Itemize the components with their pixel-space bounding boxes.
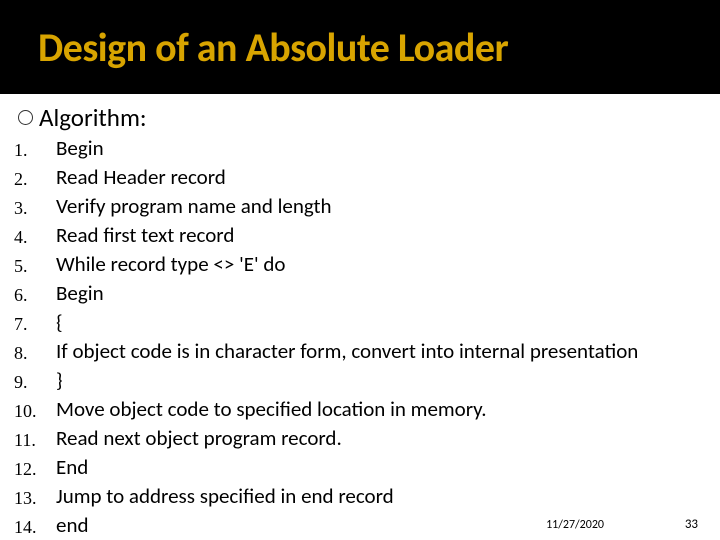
- step-number: 4.: [14, 222, 56, 251]
- list-item: 4.Read first text record: [14, 222, 720, 251]
- step-text: Jump to address specified in end record: [56, 483, 720, 512]
- list-item: 13.Jump to address specified in end reco…: [14, 483, 720, 512]
- list-item: 8.If object code is in character form, c…: [14, 338, 720, 367]
- step-text: Verify program name and length: [56, 193, 720, 222]
- step-text: If object code is in character form, con…: [56, 338, 720, 367]
- list-item: 5.While record type <> 'E' do: [14, 251, 720, 280]
- section-heading: Algorithm:: [18, 102, 720, 133]
- step-text: Begin: [56, 135, 720, 164]
- section-label: Algorithm:: [39, 102, 147, 133]
- step-number: 7.: [14, 309, 56, 338]
- footer-date: 11/27/2020: [546, 518, 604, 532]
- step-text: While record type <> 'E' do: [56, 251, 720, 280]
- bullet-circle-icon: [18, 110, 33, 125]
- slide-number: 33: [685, 517, 698, 532]
- list-item: 9.}: [14, 367, 720, 396]
- slide-title: Design of an Absolute Loader: [38, 23, 508, 72]
- step-number: 8.: [14, 338, 56, 367]
- step-text: Begin: [56, 280, 720, 309]
- step-text: Move object code to specified location i…: [56, 396, 720, 425]
- step-number: 10.: [14, 396, 56, 425]
- step-number: 11.: [14, 425, 56, 454]
- step-number: 6.: [14, 280, 56, 309]
- step-text: {: [56, 309, 720, 338]
- list-item: 3.Verify program name and length: [14, 193, 720, 222]
- step-number: 1.: [14, 135, 56, 164]
- step-number: 13.: [14, 483, 56, 512]
- algorithm-steps-list: 1.Begin2.Read Header record3.Verify prog…: [14, 135, 720, 540]
- content-area: Algorithm: 1.Begin2.Read Header record3.…: [0, 94, 720, 540]
- step-number: 9.: [14, 367, 56, 396]
- step-text: Read next object program record.: [56, 425, 720, 454]
- step-text: end: [56, 512, 720, 540]
- list-item: 6.Begin: [14, 280, 720, 309]
- step-text: Read Header record: [56, 164, 720, 193]
- list-item: 1.Begin: [14, 135, 720, 164]
- list-item: 10.Move object code to specified locatio…: [14, 396, 720, 425]
- step-number: 14.: [14, 512, 56, 540]
- list-item: 2.Read Header record: [14, 164, 720, 193]
- step-number: 2.: [14, 164, 56, 193]
- list-item: 7.{: [14, 309, 720, 338]
- title-bar: Design of an Absolute Loader: [0, 0, 720, 94]
- step-number: 3.: [14, 193, 56, 222]
- step-number: 12.: [14, 454, 56, 483]
- list-item: 12.End: [14, 454, 720, 483]
- list-item: 14.end: [14, 512, 720, 540]
- step-text: End: [56, 454, 720, 483]
- step-number: 5.: [14, 251, 56, 280]
- step-text: Read first text record: [56, 222, 720, 251]
- step-text: }: [56, 367, 720, 396]
- list-item: 11.Read next object program record.: [14, 425, 720, 454]
